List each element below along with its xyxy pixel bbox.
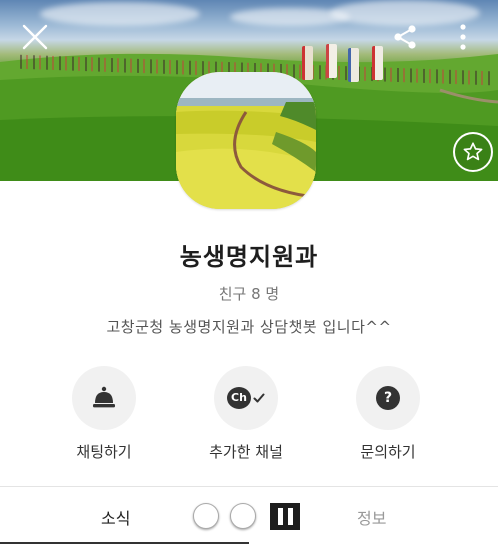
tab-news[interactable]: 소식 [101, 505, 130, 529]
star-icon [463, 142, 483, 161]
profile-image [176, 72, 316, 209]
chat-button-circle[interactable] [72, 366, 136, 430]
inquiry-button[interactable]: ? 문의하기 [318, 366, 458, 462]
pause-bar-right [287, 508, 293, 525]
tab-divider [0, 486, 498, 487]
share-icon[interactable] [392, 24, 418, 50]
inquiry-button-circle[interactable]: ? [356, 366, 420, 430]
question-icon: ? [376, 386, 400, 410]
tab-info[interactable]: 정보 [357, 505, 386, 529]
close-icon[interactable] [20, 22, 50, 52]
added-channel-button-circle[interactable]: Ch [214, 366, 278, 430]
channel-check-icon: Ch [227, 387, 265, 409]
inquiry-label: 문의하기 [360, 443, 416, 461]
more-vertical-icon[interactable] [455, 22, 471, 52]
added-channel-label: 추가한 채널 [209, 443, 283, 461]
chat-button-label: 채팅하기 [76, 443, 132, 461]
channel-name: 농생명지원과 [179, 243, 319, 271]
overlay-toggle-left[interactable] [193, 503, 219, 529]
check-icon [253, 393, 265, 403]
channel-description: 고창군청 농생명지원과 상담챗봇 입니다^^ [106, 318, 392, 336]
chat-button[interactable]: 채팅하기 [34, 366, 174, 462]
active-tab-indicator [0, 542, 249, 544]
favorite-star-button[interactable] [453, 132, 493, 172]
pause-bar-left [277, 508, 283, 525]
channel-badge: Ch [227, 387, 251, 409]
pause-button[interactable] [270, 503, 300, 530]
bell-icon [93, 386, 115, 408]
overlay-toggle-right[interactable] [230, 503, 256, 529]
friend-count: 친구 8 명 [218, 285, 280, 303]
added-channel-button[interactable]: Ch 추가한 채널 [176, 366, 316, 462]
